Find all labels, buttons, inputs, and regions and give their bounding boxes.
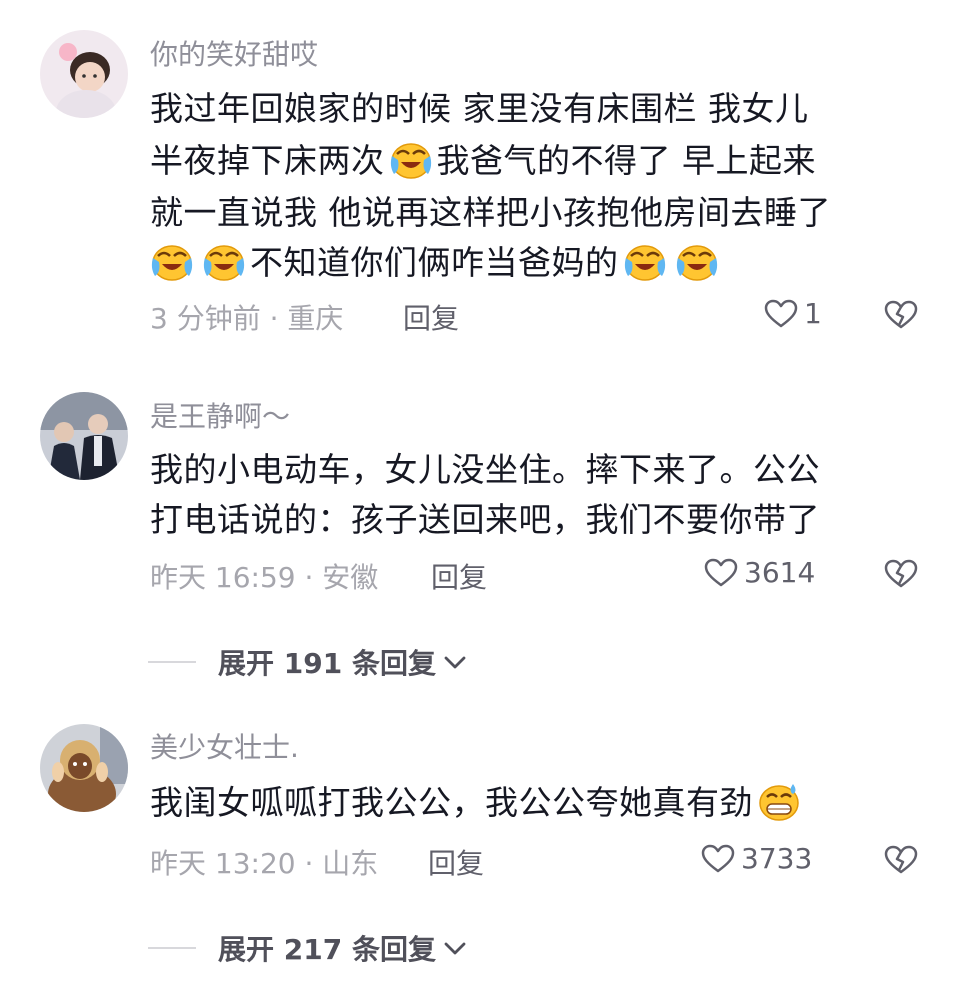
avatar[interactable] (40, 724, 128, 812)
broken-heart-icon (884, 845, 918, 875)
divider (148, 661, 196, 663)
chevron-down-icon (444, 942, 466, 955)
like-button[interactable]: 3733 (701, 842, 812, 875)
expand-replies-label: 展开 191 条回复 (218, 647, 436, 680)
chevron-down-icon (444, 656, 466, 669)
expand-replies-button[interactable]: 展开 217 条回复 (148, 928, 468, 968)
dislike-button[interactable] (884, 300, 918, 330)
comment-username[interactable]: 是王静啊～ (150, 395, 290, 435)
heart-outline-icon (764, 299, 798, 329)
broken-heart-icon (884, 300, 918, 330)
like-count: 3614 (744, 556, 816, 589)
heart-outline-icon (701, 844, 735, 874)
divider (148, 947, 196, 949)
comment-text-line: 我过年回娘家的时候 家里没有床围栏 我女儿 (150, 89, 809, 128)
comment-username[interactable]: 你的笑好甜哎 (150, 33, 318, 73)
expand-replies-button[interactable]: 展开 191 条回复 (148, 642, 468, 682)
comment-text-line: 半夜掉下床两次 我爸气的不得了 早上起来 (150, 140, 816, 180)
crying-laughing-emoji (389, 140, 433, 180)
reply-button[interactable]: 回复 (403, 297, 459, 337)
crying-laughing-emoji (150, 242, 194, 282)
like-count: 3733 (741, 842, 813, 875)
crying-laughing-emoji (675, 242, 719, 282)
like-button[interactable]: 3614 (704, 556, 815, 589)
avatar[interactable] (40, 392, 128, 480)
comment-time-location: 昨天 16:59 · 安徽 (150, 561, 379, 594)
broken-heart-icon (884, 559, 918, 589)
expand-replies-label: 展开 217 条回复 (218, 933, 436, 966)
heart-outline-icon (704, 558, 738, 588)
crying-laughing-emoji (623, 242, 667, 282)
comment-text-line: 不知道你们俩咋当爸妈的 (150, 236, 723, 284)
dislike-button[interactable] (884, 559, 918, 589)
avatar[interactable] (40, 30, 128, 118)
comment-time-location: 3 分钟前 · 重庆 (150, 302, 344, 335)
reply-button[interactable]: 回复 (428, 842, 484, 882)
comment-text-line: 我的小电动车，女儿没坐住。摔下来了。公公 (150, 450, 820, 489)
dislike-button[interactable] (884, 845, 918, 875)
comment-text-line: 打电话说的：孩子送回来吧，我们不要你带了 (150, 500, 820, 539)
sweat-grin-emoji (757, 782, 801, 822)
like-button[interactable]: 1 (764, 297, 822, 330)
like-count: 1 (804, 297, 822, 330)
comment-text-line: 我闺女呱呱打我公公，我公公夸她真有劲 (150, 776, 805, 824)
comment-username[interactable]: 美少女壮士. (150, 726, 299, 766)
reply-button[interactable]: 回复 (431, 556, 487, 596)
crying-laughing-emoji (202, 242, 246, 282)
comment-text-line: 就一直说我 他说再这样把小孩抱他房间去睡了 (150, 193, 831, 232)
comment-time-location: 昨天 13:20 · 山东 (150, 847, 379, 880)
